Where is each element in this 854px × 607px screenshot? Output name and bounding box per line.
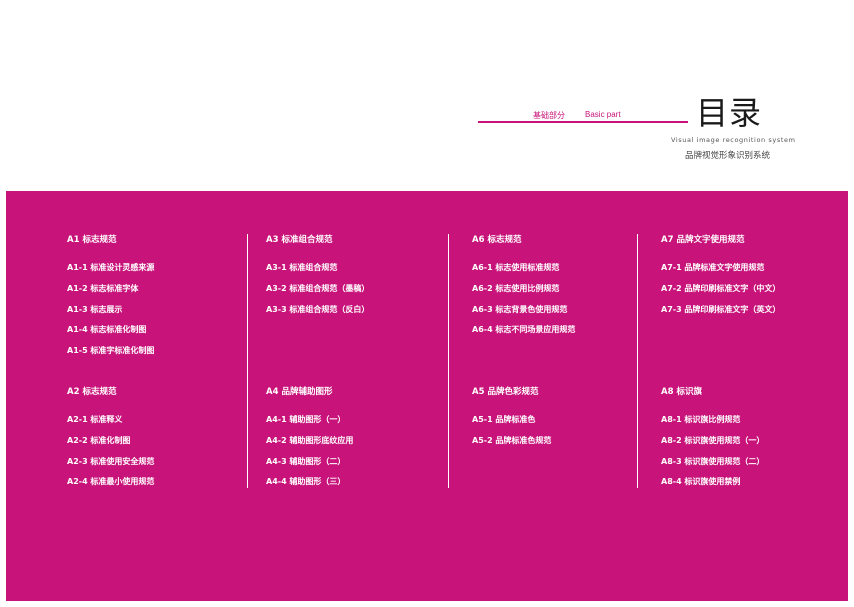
toc-item[interactable]: A6-1 标志使用标准规范: [472, 262, 575, 283]
toc-group-title: A7 品牌文字使用规范: [661, 235, 745, 245]
toc-item[interactable]: A8-2 标识旗使用规范（一）: [661, 435, 764, 456]
toc-group-a6: A6 标志规范 A6-1 标志使用标准规范 A6-2 标志使用比例规范 A6-3…: [472, 233, 575, 345]
toc-item[interactable]: A5-2 品牌标准色规范: [472, 435, 551, 456]
toc-group-a4: A4 品牌辅助图形 A4-1 辅助图形（一） A4-2 辅助图形底纹应用 A4-…: [266, 385, 353, 497]
toc-group-a7: A7 品牌文字使用规范 A7-1 品牌标准文字使用规范 A7-2 品牌印刷标准文…: [661, 233, 780, 324]
toc-item[interactable]: A6-3 标志背景色使用规范: [472, 304, 575, 325]
toc-group-title: A6 标志规范: [472, 235, 522, 245]
toc-item[interactable]: A7-1 品牌标准文字使用规范: [661, 262, 780, 283]
subtitle-en: Visual image recognition system: [671, 136, 796, 144]
toc-item[interactable]: A5-1 品牌标准色: [472, 414, 551, 435]
toc-item[interactable]: A8-3 标识旗使用规范（二）: [661, 456, 764, 477]
toc-item[interactable]: A8-4 标识旗使用禁例: [661, 476, 764, 497]
section-label-en: Basic part: [585, 110, 621, 119]
toc-item-list: A4-1 辅助图形（一） A4-2 辅助图形底纹应用 A4-3 辅助图形（二） …: [266, 414, 353, 497]
header-rule: [478, 121, 688, 123]
toc-item-list: A5-1 品牌标准色 A5-2 品牌标准色规范: [472, 414, 551, 456]
toc-item-list: A8-1 标识旗比例规范 A8-2 标识旗使用规范（一） A8-3 标识旗使用规…: [661, 414, 764, 497]
toc-item-list: A3-1 标准组合规范 A3-2 标准组合规范（墨稿） A3-3 标准组合规范（…: [266, 262, 369, 324]
toc-group-title: A2 标志规范: [67, 387, 117, 397]
column-divider: [637, 234, 638, 488]
toc-item-list: A7-1 品牌标准文字使用规范 A7-2 品牌印刷标准文字（中文） A7-3 品…: [661, 262, 780, 324]
toc-item[interactable]: A3-1 标准组合规范: [266, 262, 369, 283]
toc-item[interactable]: A4-1 辅助图形（一）: [266, 414, 353, 435]
toc-group-a3: A3 标准组合规范 A3-1 标准组合规范 A3-2 标准组合规范（墨稿） A3…: [266, 233, 369, 324]
toc-item[interactable]: A6-4 标志不同场景应用规范: [472, 324, 575, 345]
toc-item[interactable]: A1-4 标志标准化制图: [67, 324, 154, 345]
subtitle-cn: 品牌视觉形象识别系统: [685, 151, 771, 161]
toc-group-title: A4 品牌辅助图形: [266, 387, 333, 397]
toc-item[interactable]: A3-3 标准组合规范（反白）: [266, 304, 369, 325]
toc-group-title: A5 品牌色彩规范: [472, 387, 539, 397]
toc-group-a1: A1 标志规范 A1-1 标准设计灵感来源 A1-2 标志标准字体 A1-3 标…: [67, 233, 154, 366]
toc-item[interactable]: A4-3 辅助图形（二）: [266, 456, 353, 477]
toc-group-a2: A2 标志规范 A2-1 标准释义 A2-2 标准化制图 A2-3 标准使用安全…: [67, 385, 154, 497]
toc-group-a5: A5 品牌色彩规范 A5-1 品牌标准色 A5-2 品牌标准色规范: [472, 385, 551, 456]
toc-item[interactable]: A7-2 品牌印刷标准文字（中文）: [661, 283, 780, 304]
toc-panel: A1 标志规范 A1-1 标准设计灵感来源 A1-2 标志标准字体 A1-3 标…: [6, 191, 848, 601]
toc-item-list: A1-1 标准设计灵感来源 A1-2 标志标准字体 A1-3 标志展示 A1-4…: [67, 262, 154, 366]
toc-item[interactable]: A2-2 标准化制图: [67, 435, 154, 456]
toc-item[interactable]: A7-3 品牌印刷标准文字（英文）: [661, 304, 780, 325]
toc-item[interactable]: A4-2 辅助图形底纹应用: [266, 435, 353, 456]
page-title: 目录: [696, 94, 763, 132]
toc-item[interactable]: A2-1 标准释义: [67, 414, 154, 435]
page-header: 基础部分 Basic part 目录 Visual image recognit…: [0, 0, 854, 190]
toc-item[interactable]: A3-2 标准组合规范（墨稿）: [266, 283, 369, 304]
column-divider: [448, 234, 449, 488]
toc-item[interactable]: A2-4 标准最小使用规范: [67, 476, 154, 497]
toc-item[interactable]: A4-4 辅助图形（三）: [266, 476, 353, 497]
toc-item[interactable]: A6-2 标志使用比例规范: [472, 283, 575, 304]
toc-item[interactable]: A8-1 标识旗比例规范: [661, 414, 764, 435]
toc-item[interactable]: A2-3 标准使用安全规范: [67, 456, 154, 477]
column-divider: [247, 234, 248, 488]
toc-item[interactable]: A1-1 标准设计灵感来源: [67, 262, 154, 283]
toc-item[interactable]: A1-5 标准字标准化制图: [67, 345, 154, 366]
toc-item-list: A2-1 标准释义 A2-2 标准化制图 A2-3 标准使用安全规范 A2-4 …: [67, 414, 154, 497]
toc-group-title: A3 标准组合规范: [266, 235, 333, 245]
section-label-cn: 基础部分: [533, 111, 565, 120]
toc-group-title: A1 标志规范: [67, 235, 117, 245]
toc-group-a8: A8 标识旗 A8-1 标识旗比例规范 A8-2 标识旗使用规范（一） A8-3…: [661, 385, 764, 497]
toc-item[interactable]: A1-2 标志标准字体: [67, 283, 154, 304]
toc-group-title: A8 标识旗: [661, 387, 702, 397]
toc-item-list: A6-1 标志使用标准规范 A6-2 标志使用比例规范 A6-3 标志背景色使用…: [472, 262, 575, 345]
toc-item[interactable]: A1-3 标志展示: [67, 304, 154, 325]
